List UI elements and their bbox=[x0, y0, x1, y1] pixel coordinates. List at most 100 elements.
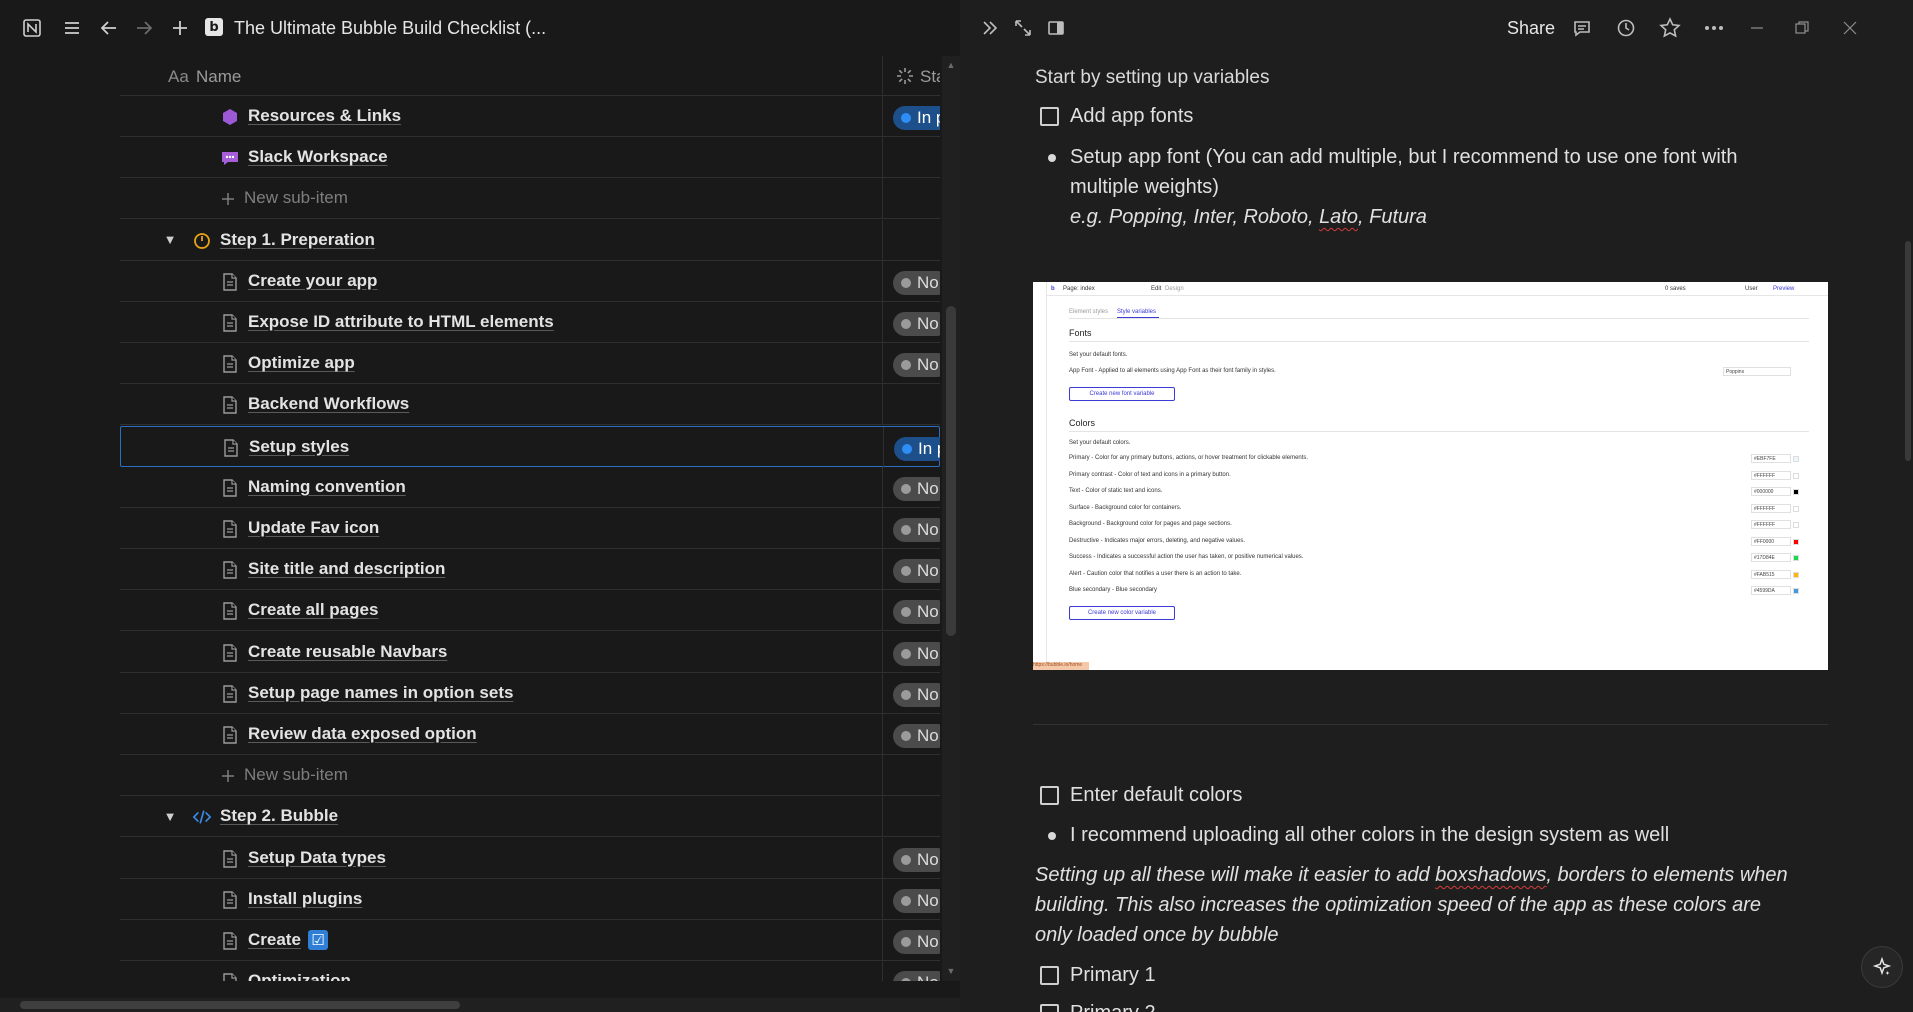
comment-icon[interactable] bbox=[1570, 16, 1594, 40]
close-window-icon[interactable] bbox=[1838, 16, 1862, 40]
table-row[interactable]: Optimize app No bbox=[120, 343, 940, 385]
row-title[interactable]: Expose ID attribute to HTML elements bbox=[248, 312, 554, 332]
expand-icon[interactable] bbox=[1011, 16, 1035, 40]
page-title[interactable]: The Ultimate Bubble Build Checklist (... bbox=[234, 18, 546, 39]
collapse-toggle-icon[interactable]: ▼ bbox=[162, 232, 178, 248]
horizontal-scrollbar-thumb[interactable] bbox=[20, 1001, 460, 1009]
table-row[interactable]: Resources & Links In p bbox=[120, 96, 940, 137]
new-sub-item-label[interactable]: New sub-item bbox=[244, 188, 348, 208]
row-title[interactable]: Slack Workspace bbox=[248, 147, 388, 167]
row-title[interactable]: Setup styles bbox=[249, 437, 349, 457]
row-title[interactable]: Review data exposed option bbox=[248, 724, 477, 744]
group-label[interactable]: Step 2. Bubble bbox=[220, 806, 338, 826]
table-row[interactable]: Expose ID attribute to HTML elements No bbox=[120, 302, 940, 343]
screenshot-fonts-sub: Set your default fonts. bbox=[1069, 352, 1128, 358]
row-title[interactable]: Update Fav icon bbox=[248, 518, 379, 538]
horizontal-scrollbar[interactable] bbox=[0, 998, 960, 1012]
row-title[interactable]: Create your app bbox=[248, 271, 377, 291]
status-pill[interactable]: No bbox=[893, 518, 940, 542]
column-header-status[interactable]: Sta bbox=[920, 67, 940, 87]
table-row[interactable]: Backend Workflows bbox=[120, 384, 940, 426]
vertical-scrollbar[interactable]: ▲ ▼ bbox=[942, 56, 960, 981]
todo-checkbox-primary1[interactable] bbox=[1040, 966, 1059, 985]
table-row[interactable]: Optimization No bbox=[120, 961, 940, 981]
table-row[interactable]: Update Fav icon No bbox=[120, 508, 940, 549]
todo-checkbox-primary2[interactable] bbox=[1040, 1004, 1059, 1012]
minimize-window-icon[interactable] bbox=[1745, 16, 1769, 40]
status-pill[interactable]: No bbox=[893, 930, 940, 954]
forward-arrow-icon[interactable] bbox=[132, 16, 156, 40]
row-title[interactable]: Backend Workflows bbox=[248, 394, 409, 414]
table-row[interactable]: Create all pages No bbox=[120, 590, 940, 632]
peek-scrollbar[interactable] bbox=[1903, 56, 1913, 1012]
table-row[interactable]: Naming convention No bbox=[120, 466, 940, 508]
history-clock-icon[interactable] bbox=[1614, 16, 1638, 40]
status-pill[interactable]: No bbox=[893, 353, 940, 378]
row-title[interactable]: Create bbox=[248, 930, 301, 950]
divider-line bbox=[1033, 724, 1828, 725]
new-sub-item-row[interactable]: New sub-item bbox=[120, 755, 940, 797]
ai-sparkle-button[interactable] bbox=[1861, 946, 1903, 988]
todo-checkbox-colors[interactable] bbox=[1040, 786, 1059, 805]
table-row[interactable]: Create your app No bbox=[120, 260, 940, 302]
status-pill[interactable]: No bbox=[893, 888, 940, 913]
row-title[interactable]: Install plugins bbox=[248, 889, 362, 909]
row-title[interactable]: Create all pages bbox=[248, 600, 378, 620]
table-row[interactable]: Site title and description No bbox=[120, 549, 940, 591]
share-button[interactable]: Share bbox=[1507, 18, 1555, 39]
row-title[interactable]: Optimize app bbox=[248, 353, 355, 373]
table-row[interactable]: Create ☑ No bbox=[120, 920, 940, 961]
status-pill[interactable]: No bbox=[893, 971, 940, 981]
group-label[interactable]: Step 1. Preperation bbox=[220, 230, 375, 250]
table-row[interactable]: Review data exposed option No bbox=[120, 714, 940, 755]
row-title[interactable]: Resources & Links bbox=[248, 106, 401, 126]
group-row[interactable]: ▼ Step 2. Bubble bbox=[120, 796, 940, 838]
todo-checkbox-fonts[interactable] bbox=[1040, 107, 1059, 126]
status-pill[interactable]: No bbox=[893, 847, 940, 872]
status-pill[interactable]: No bbox=[893, 312, 940, 336]
embedded-screenshot[interactable]: b Page: index Edit Design 0 saves User P… bbox=[1033, 282, 1828, 670]
new-sub-item-row[interactable]: New sub-item bbox=[120, 178, 940, 220]
row-title[interactable]: Setup page names in option sets bbox=[248, 683, 513, 703]
scroll-down-icon[interactable]: ▼ bbox=[946, 966, 956, 976]
plus-icon[interactable] bbox=[168, 16, 192, 40]
row-title[interactable]: Optimization bbox=[248, 971, 351, 981]
new-sub-item-label[interactable]: New sub-item bbox=[244, 765, 348, 785]
column-header-name[interactable]: Name bbox=[196, 67, 241, 87]
status-pill[interactable]: No bbox=[893, 724, 940, 748]
row-title[interactable]: Naming convention bbox=[248, 477, 406, 497]
back-arrow-icon[interactable] bbox=[97, 16, 121, 40]
table-row[interactable]: Setup page names in option sets No bbox=[120, 672, 940, 714]
table-row[interactable]: Create reusable Navbars No bbox=[120, 631, 940, 673]
status-pill[interactable]: In p bbox=[894, 436, 940, 461]
status-pill[interactable]: No bbox=[893, 600, 940, 625]
status-pill[interactable]: No bbox=[893, 476, 940, 501]
status-pill[interactable]: No bbox=[893, 641, 940, 666]
status-pill[interactable]: No bbox=[893, 682, 940, 707]
row-title[interactable]: Create reusable Navbars bbox=[248, 642, 447, 662]
table-row[interactable]: Setup Data types No bbox=[120, 837, 940, 879]
status-pill[interactable]: No bbox=[893, 270, 940, 295]
status-pill[interactable]: In p bbox=[893, 106, 940, 130]
status-loader-icon bbox=[895, 66, 915, 86]
more-options-icon[interactable] bbox=[1702, 16, 1726, 40]
favorite-star-icon[interactable] bbox=[1658, 16, 1682, 40]
table-row[interactable]: Slack Workspace bbox=[120, 137, 940, 179]
group-row[interactable]: ▼ Step 1. Preperation bbox=[120, 219, 940, 261]
peek-scrollbar-thumb[interactable] bbox=[1905, 241, 1911, 461]
table-row[interactable]: Setup styles In p bbox=[120, 425, 940, 468]
plus-icon[interactable] bbox=[218, 766, 238, 786]
row-title[interactable]: Setup Data types bbox=[248, 848, 386, 868]
side-peek-layout-icon[interactable] bbox=[1044, 16, 1068, 40]
row-title[interactable]: Site title and description bbox=[248, 559, 445, 579]
collapse-toggle-icon[interactable]: ▼ bbox=[162, 808, 178, 824]
notion-logo-icon[interactable] bbox=[20, 16, 44, 40]
restore-window-icon[interactable] bbox=[1790, 16, 1814, 40]
table-row[interactable]: Install plugins No bbox=[120, 878, 940, 920]
status-pill[interactable]: No bbox=[893, 559, 940, 584]
close-peek-icon[interactable] bbox=[978, 16, 1002, 40]
scroll-up-icon[interactable]: ▲ bbox=[946, 60, 956, 70]
scrollbar-thumb[interactable] bbox=[946, 306, 956, 636]
menu-icon[interactable] bbox=[60, 16, 84, 40]
plus-icon[interactable] bbox=[218, 189, 238, 209]
